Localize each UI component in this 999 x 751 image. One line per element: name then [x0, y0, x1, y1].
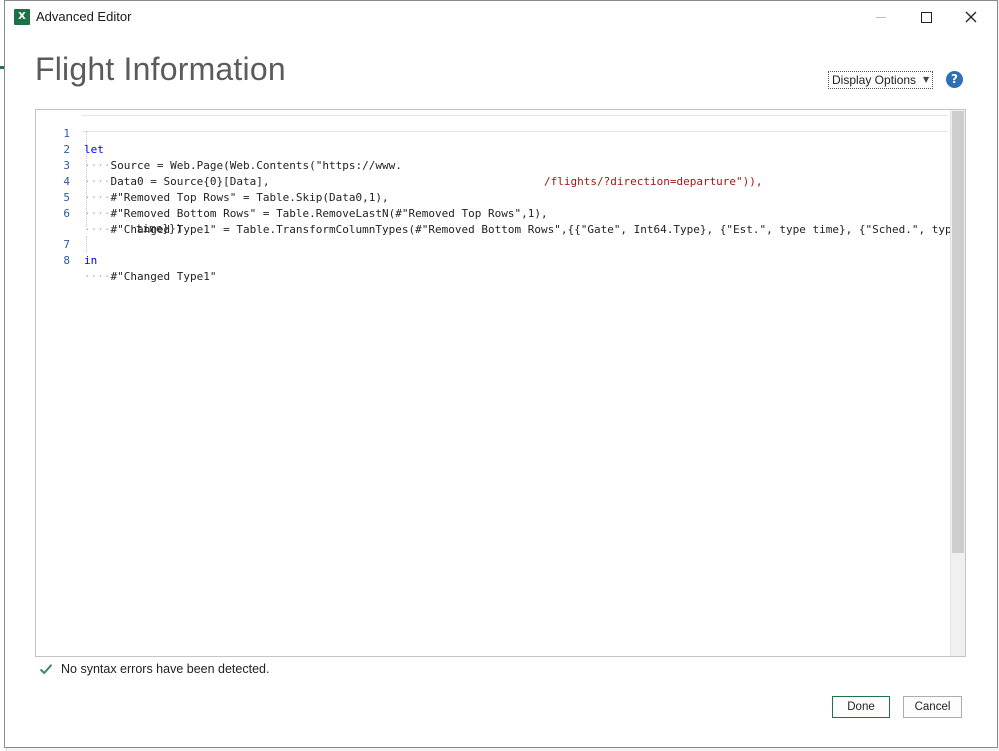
code-line: 3 ····Data0 = Source{0}[Data],	[36, 142, 269, 188]
code-text-segment: #"Removed Bottom Rows" = Table.RemoveLas…	[110, 207, 548, 220]
scrollbar-thumb[interactable]	[952, 111, 964, 553]
minimize-icon	[876, 16, 886, 18]
code-text-segment: Source = Web.Page(Web.Contents("https://…	[110, 159, 402, 172]
code-text: ····#"Removed Top Rows" = Table.Skip(Dat…	[84, 191, 389, 204]
check-icon	[39, 664, 53, 675]
code-text-segment: #"Removed Top Rows" = Table.Skip(Data0,1…	[110, 191, 389, 204]
minimize-button[interactable]	[858, 1, 904, 33]
code-line: 4 ····#"Removed Top Rows" = Table.Skip(D…	[36, 158, 388, 204]
maximize-icon	[920, 11, 932, 23]
maximize-button[interactable]	[903, 1, 949, 33]
code-text: ····#"Changed Type1"	[84, 270, 217, 283]
current-line-highlight	[82, 115, 948, 132]
line-number: 8	[63, 254, 70, 267]
code-text: ····Source = Web.Page(Web.Contents("http…	[84, 159, 402, 172]
chevron-down-icon: ▼	[923, 75, 930, 84]
display-options-dropdown[interactable]: Display Options ▼	[828, 71, 934, 89]
syntax-status: No syntax errors have been detected.	[39, 660, 269, 678]
advanced-editor-window: X Advanced Editor Flight Information Dis…	[4, 0, 998, 748]
close-icon	[965, 11, 977, 23]
query-title[interactable]: Flight Information	[35, 51, 286, 88]
title-bar: X Advanced Editor	[5, 1, 997, 33]
display-options-label: Display Options	[832, 73, 917, 87]
vertical-scrollbar[interactable]	[950, 110, 965, 656]
code-text: ····#"Removed Bottom Rows" = Table.Remov…	[84, 207, 548, 220]
code-text-suffix: /flights/?direction=departure")),	[544, 175, 763, 188]
code-text-segment: #"Changed Type1" = Table.TransformColumn…	[110, 223, 959, 236]
code-line: 8 ····#"Changed Type1"	[36, 237, 216, 283]
code-line: 1 let	[36, 110, 104, 156]
close-button[interactable]	[948, 1, 994, 33]
code-line: 5 ····#"Removed Bottom Rows" = Table.Rem…	[36, 174, 547, 220]
code-text-segment: Data0 = Source{0}[Data],	[110, 175, 270, 188]
status-message: No syntax errors have been detected.	[61, 662, 270, 676]
excel-app-icon: X	[14, 9, 30, 25]
code-line-wrapped: time}})	[36, 205, 182, 235]
code-text: ····#"Changed Type1" = Table.TransformCo…	[84, 223, 959, 236]
code-area[interactable]: 1 let 2 ····Source = Web.Page(Web.Conten…	[36, 110, 958, 656]
code-text-continuation: time}})	[136, 222, 183, 235]
code-line: 6 ····#"Changed Type1" = Table.Transform…	[36, 190, 958, 236]
code-text: ····Data0 = Source{0}[Data],	[84, 175, 270, 188]
code-text-segment: #"Changed Type1"	[110, 270, 217, 283]
code-line: 2 ····Source = Web.Page(Web.Contents("ht…	[36, 126, 762, 188]
code-line: 7 in	[36, 221, 97, 267]
done-button[interactable]: Done	[832, 696, 890, 718]
cancel-button[interactable]: Cancel	[903, 696, 962, 718]
help-icon[interactable]: ?	[946, 71, 963, 88]
window-title: Advanced Editor	[36, 9, 132, 24]
code-editor[interactable]: 1 let 2 ····Source = Web.Page(Web.Conten…	[35, 109, 966, 657]
